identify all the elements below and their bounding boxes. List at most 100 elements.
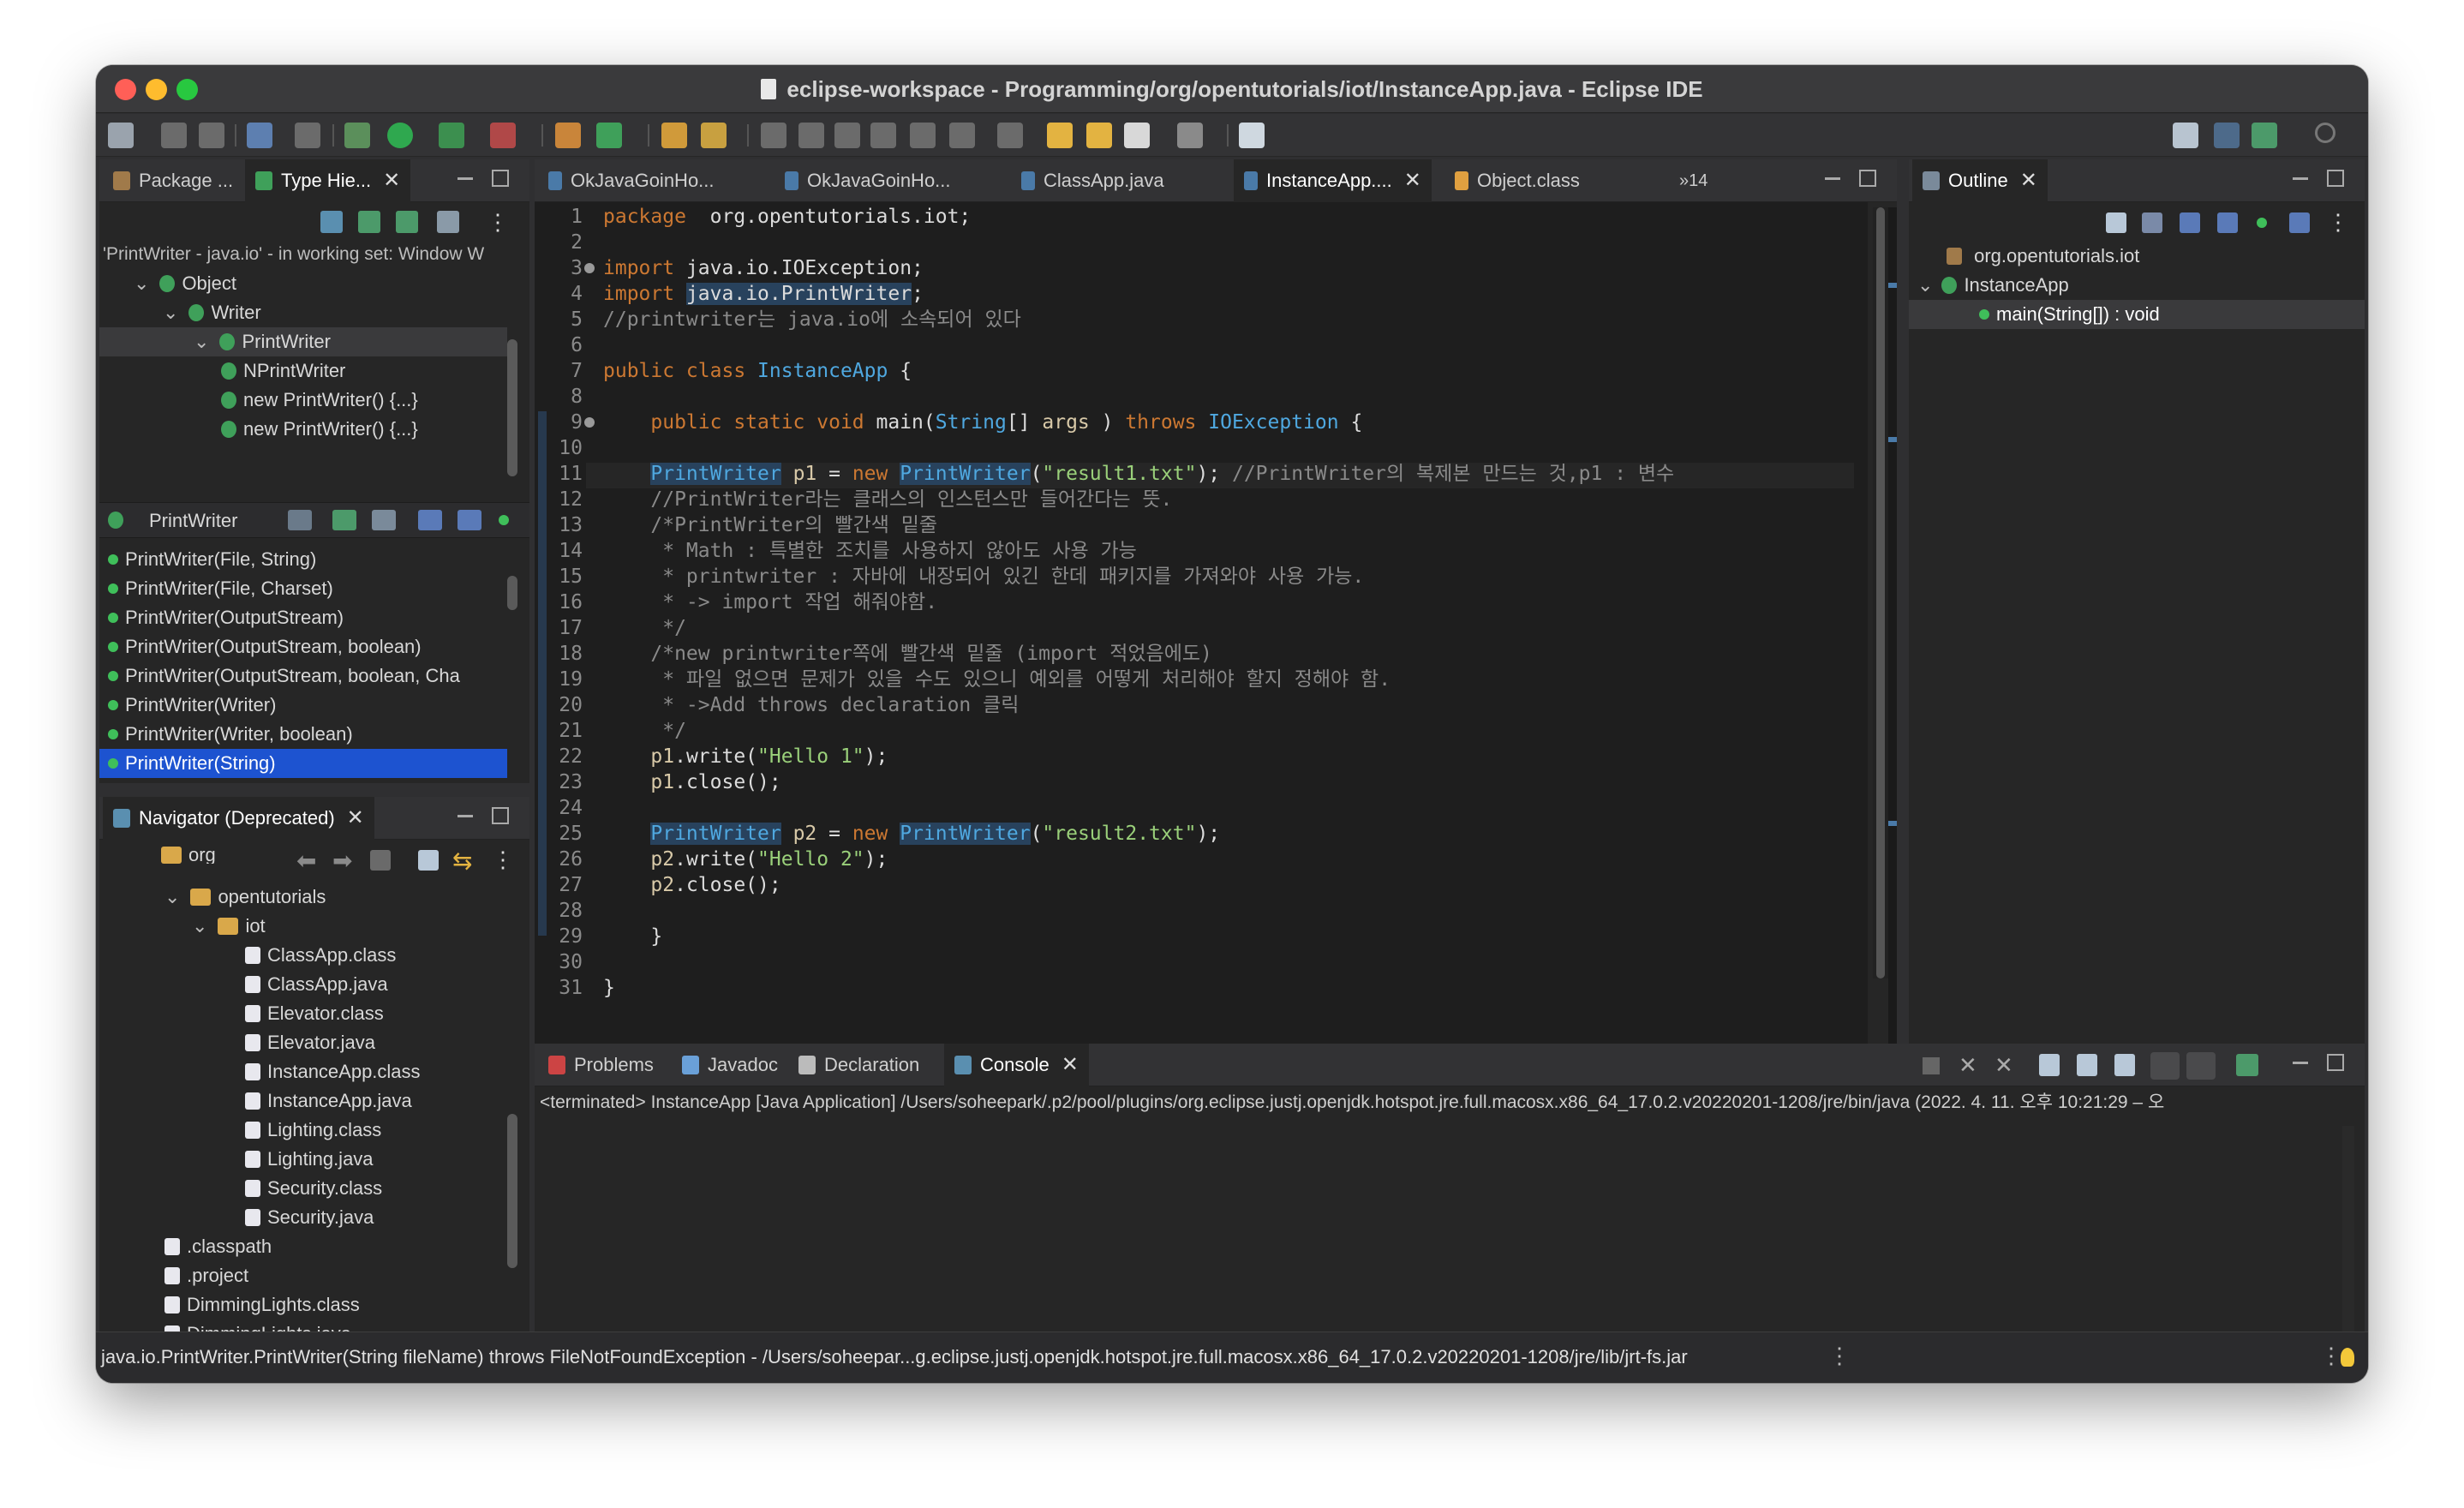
link-editor-icon[interactable]: ⇆ [452,847,472,875]
hide-fields-icon[interactable] [2180,212,2200,233]
navigator-item[interactable]: InstanceApp.java [245,1086,412,1116]
tab-outline[interactable]: Outline ✕ [1912,159,2048,202]
editor-tab[interactable]: ClassApp.java [1011,159,1175,202]
console-area[interactable] [535,1124,2365,1331]
code-line[interactable]: //printwriter는 java.io에 소속되어 있다 [603,307,1021,332]
navigator-item[interactable]: .project [164,1261,248,1290]
code-line[interactable]: * Math : 특별한 조치를 사용하지 않아도 사용 가능 [603,538,1137,564]
fold-toggle-icon[interactable] [584,263,595,273]
code-line[interactable]: public class InstanceApp { [603,358,912,384]
search-tool-icon[interactable] [701,123,727,148]
code-line[interactable]: p1.write("Hello 1"); [603,744,888,769]
history-icon[interactable] [437,211,459,233]
open-perspective-icon[interactable] [2173,123,2198,148]
code-line[interactable]: PrintWriter p2 = new PrintWriter("result… [603,821,1220,847]
forward-edit-icon[interactable] [1086,123,1112,148]
code-line[interactable]: /*PrintWriter의 빨간색 밑줄 [603,512,937,538]
status-menu-icon[interactable]: ⋮ [1828,1343,1851,1369]
lock-view-icon[interactable] [288,510,312,530]
hierarchy-item[interactable]: new PrintWriter() {...} [221,386,418,415]
skip-breakpoints-icon[interactable] [295,123,320,148]
hierarchy-item[interactable]: ⌄ Writer [163,298,261,327]
word-wrap-icon[interactable] [2114,1054,2135,1076]
debug-perspective-icon[interactable] [2252,123,2277,148]
tab-javadoc[interactable]: Javadoc [672,1044,788,1086]
code-editor[interactable]: 1 package org.opentutorials.iot; 2 3 import … [535,202,1868,1064]
back-icon[interactable] [1124,123,1150,148]
maximize-icon[interactable] [492,170,509,187]
maximize-icon[interactable] [1859,170,1876,187]
navigator-item[interactable]: DimmingLights.class [164,1290,360,1320]
member-item[interactable]: PrintWriter(String) [99,749,507,778]
clear-console-icon[interactable] [2039,1054,2060,1076]
subtype-hierarchy-icon[interactable] [396,211,418,233]
outline-class[interactable]: ⌄ InstanceApp [1917,271,2069,300]
open-type-icon[interactable] [247,123,272,148]
view-menu-icon[interactable]: ⋮ [492,847,514,873]
status-menu-icon-2[interactable]: ⋮ [2320,1343,2342,1369]
block-select-icon[interactable] [870,123,896,148]
hide-static-icon[interactable] [458,510,481,530]
supertype-hierarchy-icon[interactable] [358,211,380,233]
fold-toggle-icon[interactable] [584,417,595,428]
close-icon[interactable]: ✕ [2020,159,2037,202]
forward-icon[interactable] [1177,123,1203,148]
collapse-all-icon[interactable] [418,850,439,871]
code-line[interactable]: */ [603,718,686,744]
navigator-item[interactable]: Security.class [245,1174,382,1203]
minimize-icon[interactable] [1825,177,1840,180]
code-line[interactable]: //PrintWriter라는 클래스의 인스턴스만 들어간다는 뜻. [603,487,1172,512]
code-line[interactable]: import java.io.PrintWriter; [603,281,924,307]
code-line[interactable]: } [603,924,662,949]
member-item[interactable]: PrintWriter(Writer) [99,691,507,720]
tab-console[interactable]: Console ✕ [944,1044,1089,1086]
pin-editor-icon[interactable] [1239,123,1265,148]
save-icon[interactable] [161,123,187,148]
prev-annotation-icon[interactable] [997,123,1023,148]
member-item[interactable]: PrintWriter(File, Charset) [99,574,507,603]
navigator-item[interactable]: ClassApp.java [245,970,388,999]
paragraph-icon[interactable] [910,123,936,148]
member-item[interactable]: PrintWriter(File, String) [99,545,507,574]
member-item[interactable]: PrintWriter(OutputStream, boolean, Cha [99,661,507,691]
maximize-icon[interactable] [492,807,509,824]
back-icon[interactable]: ⬅ [296,847,316,875]
editor-tab[interactable]: OkJavaGoinHo... [774,159,961,202]
code-line[interactable]: package org.opentutorials.iot; [603,204,971,230]
maximize-icon[interactable] [2327,170,2344,187]
debug-icon[interactable] [344,123,370,148]
member-item[interactable]: PrintWriter(OutputStream, boolean) [99,632,507,661]
navigator-item[interactable]: ⌄ iot [192,912,266,941]
remove-all-icon[interactable]: ✕ [1995,1052,2013,1079]
code-line[interactable]: p2.write("Hello 2"); [603,847,888,872]
navigator-item[interactable]: Elevator.java [245,1028,375,1057]
console-scrollbar[interactable] [2342,1126,2354,1331]
tab-problems[interactable]: Problems [538,1044,664,1086]
code-line[interactable]: PrintWriter p1 = new PrintWriter("result… [603,461,1674,487]
code-line[interactable]: } [603,975,615,1001]
type-hierarchy-icon[interactable] [320,211,343,233]
forward-icon[interactable]: ➡ [332,847,352,875]
show-stdout-icon[interactable] [2150,1052,2180,1080]
close-icon[interactable]: ✕ [347,797,364,840]
hide-nonpublic-icon[interactable] [2257,218,2267,228]
toggle-mark-icon[interactable] [761,123,786,148]
show-whitespace-icon[interactable] [834,123,860,148]
show-stderr-icon[interactable] [2186,1052,2216,1080]
pen-icon[interactable] [798,123,824,148]
new-icon[interactable] [108,123,134,148]
remove-launch-icon[interactable]: ✕ [1959,1052,1977,1079]
java-perspective-icon[interactable] [2214,123,2240,148]
sort-members-icon[interactable] [372,510,396,530]
hide-fields-icon[interactable] [418,510,442,530]
minimize-icon[interactable] [2293,1062,2308,1064]
tab-package-explorer[interactable]: Package ... [103,159,243,202]
navigator-item[interactable]: Lighting.java [245,1145,374,1174]
sort-icon[interactable] [2142,212,2162,233]
hierarchy-item[interactable]: ⌄ PrintWriter [99,327,507,356]
editor-tab[interactable]: InstanceApp.... ✕ [1234,159,1432,202]
collapse-all-icon[interactable] [2106,212,2126,233]
navigator-item[interactable]: Security.java [245,1203,374,1232]
hierarchy-item[interactable]: ⌄ Object [134,269,236,298]
code-line[interactable]: */ [603,615,686,641]
